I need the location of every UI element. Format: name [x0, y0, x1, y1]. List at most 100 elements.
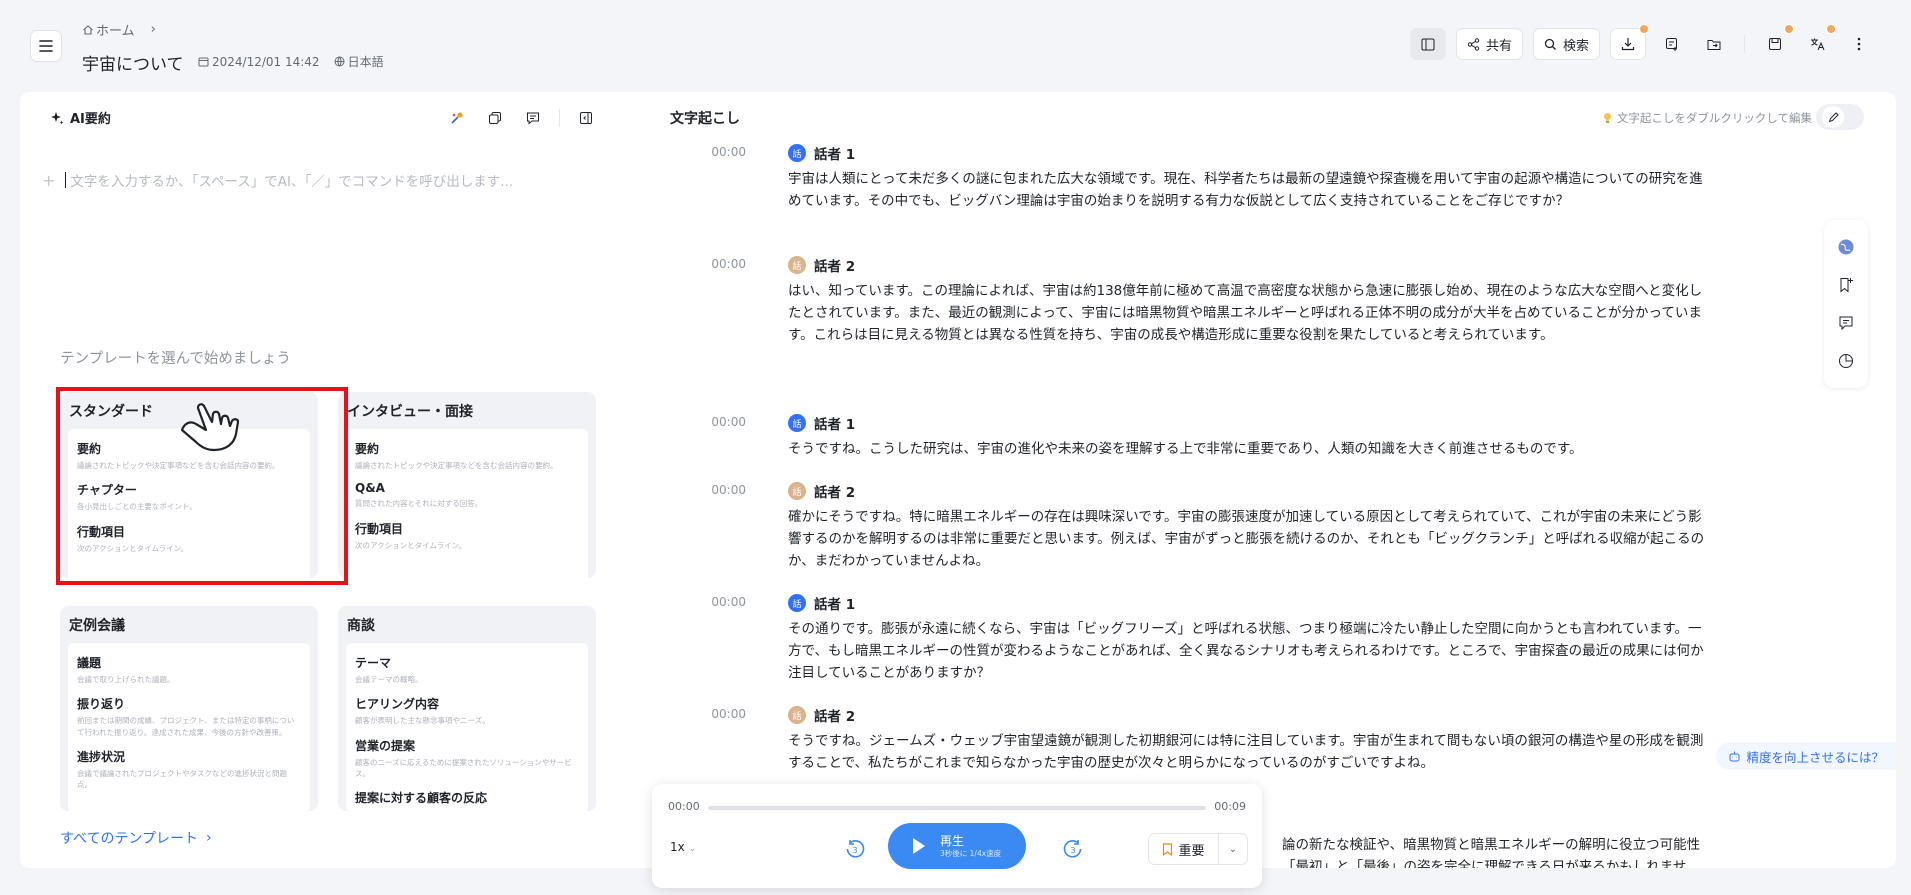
- transcript-segment[interactable]: 00:00 話話者 2 はい、知っています。この理論によれば、宇宙は約138億年…: [711, 254, 1708, 346]
- speaker-avatar: 話: [788, 414, 806, 432]
- comments-button[interactable]: [1834, 311, 1858, 335]
- transcript-segment[interactable]: 00:00 話話者 2 そうですね。ジェームズ・ウェッブ宇宙望遠鏡が観測した初期…: [711, 704, 1708, 774]
- segment-time[interactable]: 00:00: [706, 415, 746, 429]
- forward-button[interactable]: 3: [1060, 836, 1086, 862]
- download-badge: [1639, 24, 1649, 34]
- transcript-title: 文字起こし: [670, 111, 740, 127]
- search-button[interactable]: 検索: [1532, 28, 1600, 60]
- card-preview: テーマ 会議テーマの概略。 ヒアリング内容 顧客が表明した主な懸念事項やニーズ。…: [346, 643, 588, 813]
- more-button[interactable]: [1843, 28, 1875, 60]
- segment-time[interactable]: 00:00: [706, 707, 746, 721]
- translate-icon: [1810, 38, 1824, 51]
- speaker-avatar: 話: [788, 482, 806, 500]
- speaker-name[interactable]: 話者 1: [814, 143, 855, 163]
- transcript-segment[interactable]: 00:00 話話者 1 その通りです。膨張が永遠に続くなら、宇宙は「ビッグフリー…: [711, 592, 1708, 684]
- collapse-panel-button[interactable]: [574, 106, 598, 130]
- bookmark-add-button[interactable]: [1834, 273, 1858, 297]
- segment-time[interactable]: 00:00: [706, 483, 746, 497]
- summary-editor[interactable]: + 文字を入力するか、「スペース」でAI、「／」でコマンドを呼び出します...: [42, 170, 513, 191]
- edit-mode-toggle[interactable]: [1816, 104, 1864, 130]
- add-block-icon[interactable]: +: [42, 171, 55, 190]
- transcript-segment[interactable]: 00:00 話話者 1 宇宙は人類にとって未だ多くの謎に包まれた広大な領域です。…: [711, 142, 1708, 212]
- edit-hint: 文字起こしをダブルクリックして編集: [1602, 110, 1812, 126]
- card-item-desc: 会議で議論されたプロジェクトやタスクなどの進捗状況と問題点。: [77, 768, 287, 789]
- accuracy-tip-button[interactable]: 精度を向上させるには？: [1716, 742, 1896, 770]
- segment-time[interactable]: 00:00: [706, 257, 746, 271]
- speaker-name[interactable]: 話者 1: [814, 593, 855, 613]
- speaker-name[interactable]: 話者 1: [814, 413, 855, 433]
- translate-side-button[interactable]: [1834, 235, 1858, 259]
- layout-toggle-button[interactable]: [1409, 28, 1446, 60]
- card-item-desc: 質問された内容とそれに対する回答。: [355, 499, 483, 509]
- transcript-segment[interactable]: 00:00 話話者 2 確かにそうですね。特に暗黒エネルギーの存在は興味深いです…: [711, 480, 1708, 572]
- transcript-segment[interactable]: 00:00 話話者 1 そうですね。こうした研究は、宇宙の進化や未来の姿を理解す…: [711, 412, 1708, 460]
- card-item-title: 提案に対する顧客の反応: [355, 791, 488, 805]
- sidebar-collapse-icon: [580, 112, 592, 124]
- statistics-button[interactable]: [1834, 349, 1858, 373]
- move-folder-button[interactable]: [1698, 28, 1730, 60]
- card-item-title: 要約: [355, 442, 380, 456]
- search-icon: [1544, 38, 1556, 50]
- split-view-icon: [1421, 38, 1435, 50]
- chevron-down-icon: ⌄: [1228, 843, 1238, 855]
- save-badge: [1784, 24, 1794, 34]
- card-item-title: テーマ: [355, 656, 392, 670]
- speaker-name[interactable]: 話者 2: [814, 481, 855, 501]
- copy-button[interactable]: [483, 106, 507, 130]
- page-title[interactable]: 宇宙について: [82, 50, 184, 75]
- speaker-avatar: 話: [788, 594, 806, 612]
- segment-text[interactable]: そうですね。ジェームズ・ウェッブ宇宙望遠鏡が観測した初期銀河には特に注目していま…: [788, 730, 1708, 774]
- rewind-button[interactable]: 3: [842, 836, 868, 862]
- lightbulb-icon: [1603, 113, 1611, 123]
- message-icon: [1839, 316, 1853, 331]
- progress-bar[interactable]: [708, 806, 1206, 810]
- partial-line: 「最初」と「最後」の姿を完全に理解できる日が来るかもしれませ: [1282, 859, 1687, 868]
- sparkle-icon: [51, 111, 64, 124]
- segment-text[interactable]: はい、知っています。この理論によれば、宇宙は約138億年前に極めて高温で高密度な…: [788, 280, 1708, 346]
- save-button[interactable]: [1759, 24, 1794, 60]
- translate-button[interactable]: [1801, 24, 1836, 60]
- speaker-name[interactable]: 話者 2: [814, 255, 855, 275]
- template-card-regular-meeting[interactable]: 定例会議 議題 会議で取り上げられた議題。 振り返り 前回または期間の成績、プロ…: [60, 606, 318, 813]
- menu-button[interactable]: [30, 30, 62, 62]
- folder-icon: [1707, 39, 1721, 50]
- segment-text-partial[interactable]: 論の新たな検証や、暗黒物質と暗黒エネルギーの解明に役立つ可能性 「最初」と「最後…: [1282, 834, 1700, 868]
- speaker-avatar: 話: [788, 144, 806, 162]
- card-item-desc: 会議で取り上げられた議題。: [77, 675, 175, 684]
- speed-select[interactable]: 1x ⌄: [670, 840, 696, 854]
- card-item-desc: 次のアクションとタイムライン。: [355, 540, 467, 550]
- side-toolbar: [1824, 220, 1868, 388]
- comment-button[interactable]: [521, 106, 545, 130]
- toolbar-divider: [1744, 35, 1745, 53]
- note-plus-icon: [1666, 38, 1677, 51]
- copy-icon: [489, 112, 501, 124]
- total-time: 00:09: [1214, 800, 1246, 813]
- segment-text[interactable]: 宇宙は人類にとって未だ多くの謎に包まれた広大な領域です。現在、科学者たちは最新の…: [788, 168, 1708, 212]
- speaker-name[interactable]: 話者 2: [814, 705, 855, 725]
- partial-line: 論の新たな検証や、暗黒物質と暗黒エネルギーの解明に役立つ可能性: [1282, 837, 1701, 853]
- segment-time[interactable]: 00:00: [706, 145, 746, 159]
- share-button[interactable]: 共有: [1455, 28, 1523, 60]
- rewind-seconds: 3: [852, 846, 857, 855]
- breadcrumb-home[interactable]: ホーム: [82, 20, 135, 39]
- ai-generate-button[interactable]: [445, 106, 469, 130]
- card-title: 商談: [347, 618, 375, 634]
- play-button[interactable]: 再生 3秒後に 1/4x速度: [888, 823, 1026, 869]
- all-templates-link[interactable]: すべてのテンプレート ›: [60, 828, 212, 848]
- template-card-sales[interactable]: 商談 テーマ 会議テーマの概略。 ヒアリング内容 顧客が表明した主な懸念事項やニ…: [338, 606, 596, 813]
- segment-text[interactable]: そうですね。こうした研究は、宇宙の進化や未来の姿を理解する上で非常に重要であり、…: [788, 438, 1708, 460]
- chevron-right-icon: ›: [150, 22, 156, 37]
- add-note-button[interactable]: [1656, 28, 1688, 60]
- segment-time[interactable]: 00:00: [706, 595, 746, 609]
- ai-summary-label: AI要約: [70, 112, 111, 127]
- segment-text[interactable]: その通りです。膨張が永遠に続くなら、宇宙は「ビッグフリーズ」と呼ばれる状態、つま…: [788, 618, 1708, 684]
- download-button[interactable]: [1610, 24, 1649, 60]
- language-meta[interactable]: 日本語: [334, 53, 384, 70]
- forward-seconds: 3: [1070, 846, 1075, 855]
- template-card-interview[interactable]: インタビュー・面接 要約 議論されたトピックや決定事項などを含む会話内容の要約。…: [338, 392, 596, 582]
- important-button[interactable]: 重要: [1149, 834, 1219, 864]
- segment-text[interactable]: 確かにそうですね。特に暗黒エネルギーの存在は興味深いです。宇宙の膨張速度が加速し…: [788, 506, 1708, 572]
- save-icon: [1769, 38, 1781, 50]
- important-dropdown[interactable]: ⌄: [1219, 844, 1247, 855]
- card-title: 定例会議: [69, 618, 125, 634]
